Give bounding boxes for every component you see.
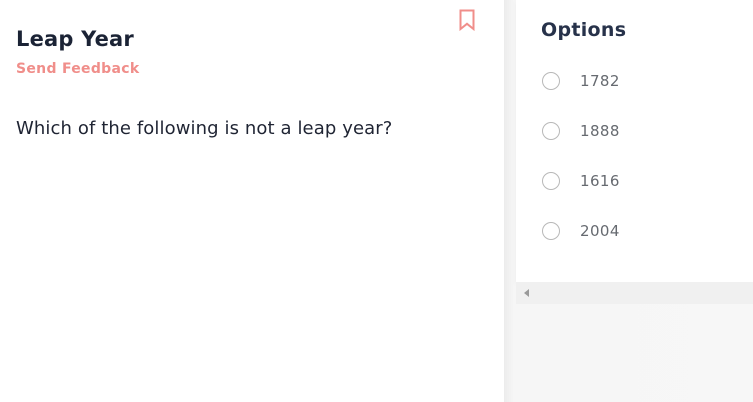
horizontal-scrollbar[interactable] bbox=[516, 282, 753, 304]
send-feedback-link[interactable]: Send Feedback bbox=[16, 61, 139, 77]
page: Leap Year Send Feedback Which of the fol… bbox=[0, 0, 753, 402]
question-text: Which of the following is not a leap yea… bbox=[16, 118, 393, 139]
question-title: Leap Year bbox=[16, 27, 134, 51]
question-panel: Leap Year Send Feedback Which of the fol… bbox=[0, 0, 504, 402]
radio-button[interactable] bbox=[542, 222, 560, 240]
option-1782[interactable]: 1782 bbox=[542, 69, 620, 93]
option-2004[interactable]: 2004 bbox=[542, 219, 620, 243]
option-label: 2004 bbox=[580, 222, 620, 240]
option-1616[interactable]: 1616 bbox=[542, 169, 620, 193]
option-1888[interactable]: 1888 bbox=[542, 119, 620, 143]
bookmark-icon[interactable] bbox=[458, 9, 476, 31]
radio-button[interactable] bbox=[542, 72, 560, 90]
options-card: Options 1782 1888 1616 2004 bbox=[516, 0, 753, 282]
radio-button[interactable] bbox=[542, 122, 560, 140]
option-label: 1782 bbox=[580, 72, 620, 90]
option-label: 1616 bbox=[580, 172, 620, 190]
scroll-left-arrow-icon[interactable] bbox=[524, 289, 529, 297]
radio-button[interactable] bbox=[542, 172, 560, 190]
options-title: Options bbox=[541, 19, 627, 41]
option-label: 1888 bbox=[580, 122, 620, 140]
